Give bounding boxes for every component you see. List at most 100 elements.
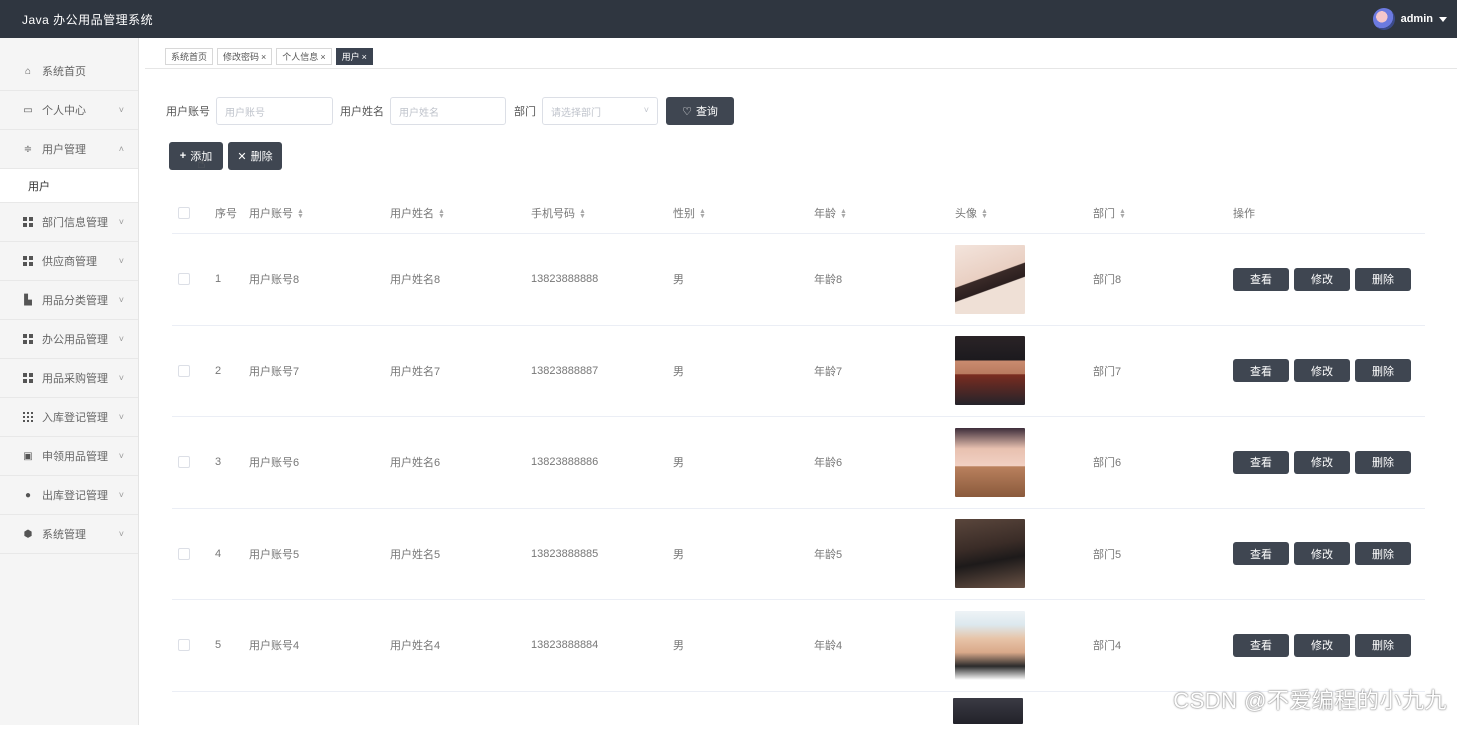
search-button-label: 查询 (695, 106, 718, 118)
sort-icon[interactable]: ▲ ▼ (1119, 208, 1126, 220)
chevron-down-icon: ˅ (118, 105, 124, 115)
view-button[interactable]: 查看 (1233, 267, 1289, 291)
sidebar-item-label: 用品分类管理 (42, 295, 108, 307)
dept-select[interactable]: 请选择部门 ˅ (542, 97, 658, 125)
caret-down-icon[interactable] (1439, 16, 1447, 22)
row-checkbox[interactable] (178, 547, 190, 560)
sort-icon[interactable]: ▲ ▼ (579, 208, 586, 220)
add-button[interactable]: + 添加 (169, 142, 223, 170)
delete-row-button[interactable]: 删除 (1355, 633, 1411, 657)
header-dept[interactable]: 部门 ▲ ▼ (1093, 205, 1233, 221)
tab-change-password[interactable]: 修改密码 × (217, 48, 273, 65)
sidebar-item-personal[interactable]: ▭ 个人中心 ˅ (0, 91, 138, 130)
sidebar-subitem-label: 用户 (28, 180, 50, 193)
sidebar-item-system[interactable]: ⬢ 系统管理 ˅ (0, 515, 138, 554)
cell-sex: 男 (673, 365, 684, 378)
row-checkbox[interactable] (178, 273, 190, 286)
delete-row-button[interactable]: 删除 (1355, 359, 1411, 383)
sidebar-item-office-supplies[interactable]: 办公用品管理 ˅ (0, 320, 138, 359)
grid9-icon (22, 411, 34, 423)
sidebar-item-supplier[interactable]: 供应商管理 ˅ (0, 242, 138, 281)
cell-sex: 男 (673, 548, 684, 561)
delete-row-button[interactable]: 删除 (1355, 267, 1411, 291)
account-input[interactable]: 用户账号 (216, 97, 333, 125)
name-placeholder: 用户姓名 (399, 107, 439, 119)
sidebar-item-user-management[interactable]: ≑ 用户管理 ˄ (0, 130, 138, 169)
delete-row-button[interactable]: 删除 (1355, 542, 1411, 566)
sidebar-item-stock-out[interactable]: ● 出库登记管理 ˅ (0, 476, 138, 515)
sort-icon[interactable]: ▲ ▼ (297, 208, 304, 220)
avatar-image[interactable] (955, 519, 1025, 589)
sidebar-item-home[interactable]: ⌂ 系统首页 (0, 52, 138, 91)
sidebar-subitem-user[interactable]: 用户 (0, 169, 138, 203)
sort-icon[interactable]: ▲ ▼ (699, 208, 706, 220)
row-checkbox[interactable] (178, 639, 190, 652)
cell-account: 用户账号5 (249, 548, 300, 561)
sidebar-item-department[interactable]: 部门信息管理 ˅ (0, 203, 138, 242)
chevron-down-icon: ˅ (118, 490, 124, 500)
home-icon: ⌂ (24, 65, 32, 77)
header-label: 用户账号 (249, 208, 293, 220)
avatar-image[interactable] (955, 610, 1025, 680)
view-button[interactable]: 查看 (1233, 450, 1289, 474)
edit-button[interactable]: 修改 (1294, 633, 1350, 657)
view-button[interactable]: 查看 (1233, 542, 1289, 566)
sidebar-item-stock-in[interactable]: 入库登记管理 ˅ (0, 398, 138, 437)
search-form: 用户账号 用户账号 用户姓名 用户姓名 部门 请选择部门 ˅ ♡ 查询 (166, 97, 734, 125)
user-avatar[interactable] (1372, 8, 1395, 30)
header-name[interactable]: 用户姓名 ▲ ▼ (390, 205, 531, 221)
cell-sex: 男 (673, 457, 684, 470)
cell-age: 年龄8 (814, 274, 843, 287)
sort-icon[interactable]: ▲ ▼ (981, 208, 988, 220)
search-button[interactable]: ♡ 查询 (666, 97, 734, 125)
delete-row-button[interactable]: 删除 (1355, 450, 1411, 474)
sidebar-item-category[interactable]: ▙ 用品分类管理 ˅ (0, 281, 138, 320)
sort-icon[interactable]: ▲ ▼ (840, 208, 847, 220)
header-account[interactable]: 用户账号 ▲ ▼ (249, 205, 390, 221)
sidebar-item-label: 申领用品管理 (42, 451, 108, 463)
view-button[interactable]: 查看 (1233, 359, 1289, 383)
avatar-image[interactable] (953, 697, 1023, 724)
user-menu[interactable]: admin (1372, 8, 1447, 30)
header-phone[interactable]: 手机号码 ▲ ▼ (531, 205, 673, 221)
close-icon: ✕ (237, 150, 247, 163)
tab-personal-info[interactable]: 个人信息 × (276, 48, 332, 65)
grid-icon (22, 255, 34, 267)
sort-icon[interactable]: ▲ ▼ (438, 208, 445, 220)
delete-button-label: 删除 (250, 151, 273, 163)
row-checkbox[interactable] (178, 456, 190, 469)
sidebar-item-requisition[interactable]: ▣ 申领用品管理 ˅ (0, 437, 138, 476)
chevron-down-icon: ˅ (118, 256, 124, 266)
table-row: 5 用户账号4 用户姓名4 13823888884 男 年龄4 部门4 查看 修… (172, 600, 1425, 692)
select-all-checkbox[interactable] (178, 207, 190, 219)
edit-button[interactable]: 修改 (1294, 359, 1350, 383)
header-age[interactable]: 年龄 ▲ ▼ (814, 205, 955, 221)
pointer-cursor-icon: ☝ (197, 155, 206, 171)
sidebar-item-label: 系统管理 (42, 529, 86, 541)
header-ops: 操作 (1233, 208, 1255, 220)
close-icon[interactable]: × (320, 52, 325, 62)
edit-button[interactable]: 修改 (1294, 542, 1350, 566)
avatar-image[interactable] (955, 244, 1025, 314)
header-avatar[interactable]: 头像 ▲ ▼ (955, 205, 1093, 221)
header-sex[interactable]: 性别 ▲ ▼ (673, 205, 814, 221)
tab-user[interactable]: 用户 × (335, 48, 373, 65)
delete-button[interactable]: ✕ 删除 (228, 142, 282, 170)
chevron-down-icon: ˅ (118, 217, 124, 227)
close-icon[interactable]: × (261, 52, 266, 62)
tab-home[interactable]: 系统首页 (165, 48, 214, 65)
edit-button[interactable]: 修改 (1294, 450, 1350, 474)
account-placeholder: 用户账号 (225, 107, 265, 119)
avatar-image[interactable] (955, 427, 1025, 497)
header-index: 序号 (215, 208, 237, 220)
cell-account: 用户账号6 (249, 457, 300, 470)
row-checkbox[interactable] (178, 364, 190, 377)
view-button[interactable]: 查看 (1233, 633, 1289, 657)
sidebar-item-purchase[interactable]: 用品采购管理 ˅ (0, 359, 138, 398)
name-input[interactable]: 用户姓名 (390, 97, 506, 125)
avatar-image[interactable] (955, 336, 1025, 406)
cell-account: 用户账号7 (249, 365, 300, 378)
edit-button[interactable]: 修改 (1294, 267, 1350, 291)
close-icon[interactable]: × (362, 52, 367, 62)
username[interactable]: admin (1401, 13, 1433, 25)
